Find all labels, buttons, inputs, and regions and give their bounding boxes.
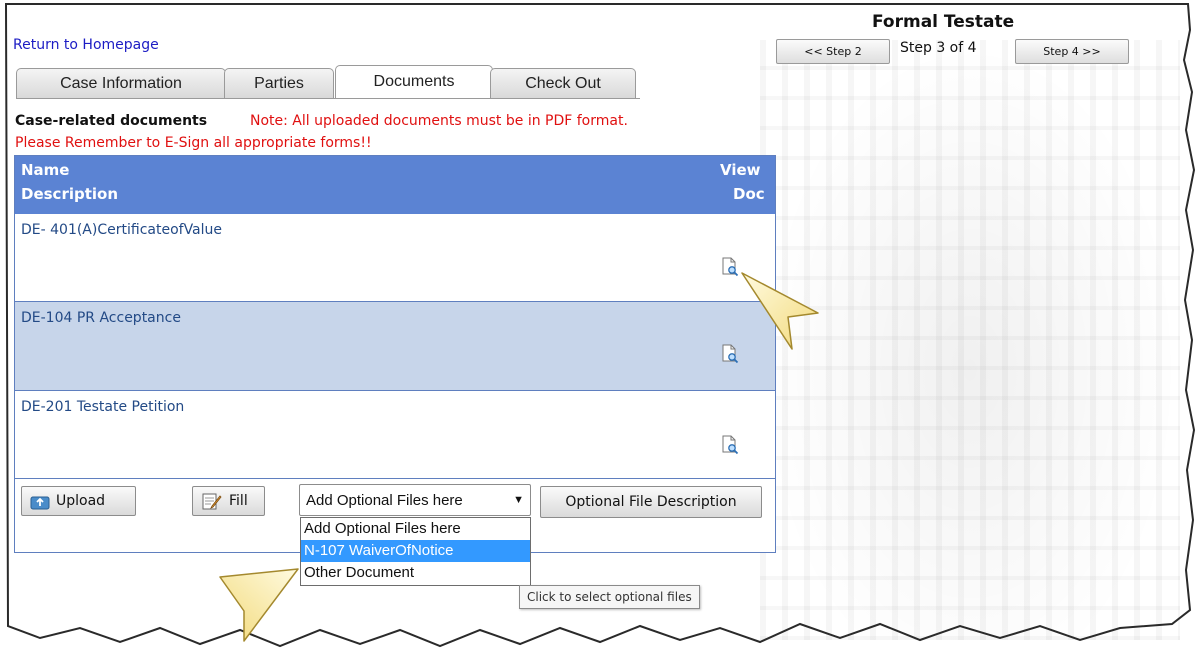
- upload-button[interactable]: Upload: [21, 486, 136, 516]
- optional-file-description-button[interactable]: Optional File Description: [540, 486, 762, 518]
- column-header-doc: Doc: [733, 185, 765, 203]
- optional-files-select-value: Add Optional Files here: [306, 491, 463, 509]
- dropdown-option-selected[interactable]: N-107 WaiverOfNotice: [301, 540, 530, 562]
- tab-documents[interactable]: Documents: [335, 65, 493, 98]
- callout-arrow-icon: [219, 568, 299, 642]
- tab-case-information[interactable]: Case Information: [16, 68, 226, 98]
- document-name: DE- 401(A)CertificateofValue: [21, 222, 223, 238]
- table-row: DE-201 Testate Petition: [15, 391, 775, 479]
- fill-label: Fill: [229, 493, 248, 509]
- fill-button[interactable]: Fill: [192, 486, 265, 516]
- callout-arrow-icon: [741, 272, 819, 350]
- esign-reminder: Please Remember to E-Sign all appropriat…: [15, 135, 372, 151]
- view-document-icon[interactable]: [721, 435, 739, 455]
- tab-parties[interactable]: Parties: [224, 68, 334, 98]
- return-home-link[interactable]: Return to Homepage: [13, 37, 159, 53]
- fill-form-icon: [202, 493, 222, 510]
- optional-files-select[interactable]: Add Optional Files here ▼: [299, 484, 531, 516]
- page-title: Formal Testate: [872, 12, 1015, 32]
- tab-check-out[interactable]: Check Out: [490, 68, 636, 98]
- upload-label: Upload: [56, 493, 106, 509]
- document-name: DE-201 Testate Petition: [21, 399, 185, 415]
- column-header-description: Description: [21, 185, 119, 203]
- optional-files-tooltip: Click to select optional files: [519, 585, 700, 609]
- upload-icon: [30, 496, 50, 510]
- next-step-button[interactable]: Step 4 >>: [1015, 39, 1129, 64]
- section-heading: Case-related documents: [15, 113, 208, 129]
- prev-step-button[interactable]: << Step 2: [776, 39, 890, 64]
- column-header-name: Name: [21, 161, 70, 179]
- table-row: DE-104 PR Acceptance: [15, 302, 775, 391]
- pdf-format-note: Note: All uploaded documents must be in …: [250, 113, 628, 129]
- optional-files-dropdown: Add Optional Files here N-107 WaiverOfNo…: [300, 517, 531, 586]
- table-header: Name Description View Doc: [15, 156, 775, 214]
- tab-bar-divider: [16, 98, 640, 99]
- step-indicator: Step 3 of 4: [900, 40, 977, 56]
- column-header-view: View: [720, 161, 761, 179]
- dropdown-option[interactable]: Add Optional Files here: [301, 518, 530, 540]
- document-name: DE-104 PR Acceptance: [21, 310, 181, 326]
- chevron-down-icon: ▼: [513, 494, 524, 506]
- dropdown-option[interactable]: Other Document: [301, 562, 530, 584]
- table-row: DE- 401(A)CertificateofValue: [15, 214, 775, 302]
